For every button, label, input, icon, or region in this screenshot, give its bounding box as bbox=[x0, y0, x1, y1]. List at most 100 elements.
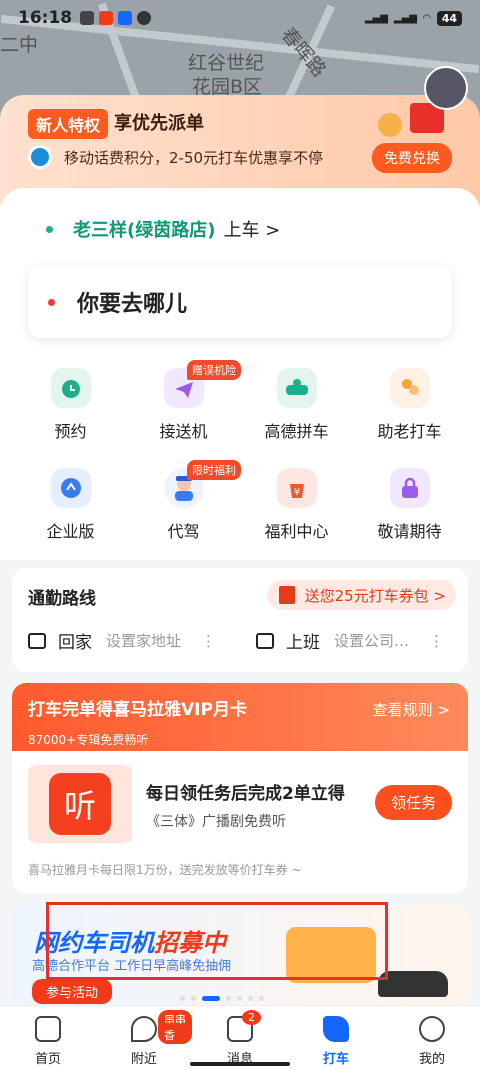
service-label: 高德拼车 bbox=[264, 422, 329, 441]
taxi-icon bbox=[323, 1016, 349, 1042]
map-label: 红谷世纪 bbox=[188, 52, 265, 74]
vip-title: 打车完单得喜马拉雅VIP月卡 bbox=[28, 700, 247, 720]
nav-badge: 2 bbox=[242, 1010, 261, 1025]
carousel-dot bbox=[191, 996, 196, 1001]
vip-desc: 《三体》广播剧免费听 bbox=[146, 814, 286, 830]
home-label: 回家 bbox=[58, 633, 92, 653]
user-avatar[interactable] bbox=[424, 66, 468, 110]
view-rules-link[interactable]: 查看规则 > bbox=[373, 699, 450, 720]
person-icon bbox=[419, 1016, 445, 1042]
vip-card: 打车完单得喜马拉雅VIP月卡 87000+专辑免费畅听 查看规则 > 听 每日领… bbox=[12, 683, 468, 893]
vip-header: 打车完单得喜马拉雅VIP月卡 87000+专辑免费畅听 查看规则 > bbox=[12, 683, 468, 751]
coupon-text: 送您25元打车券包 > bbox=[304, 586, 446, 605]
work-hint: 设置公司… bbox=[334, 632, 410, 650]
svg-text:¥: ¥ bbox=[293, 487, 299, 498]
more-icon[interactable]: ⋮ bbox=[201, 632, 216, 650]
join-activity-button[interactable]: 参与活动 bbox=[32, 979, 113, 1004]
carousel-dot bbox=[248, 996, 253, 1001]
bottom-nav: 首页 串串香 附近 2 消息 打车 我的 bbox=[0, 1005, 480, 1070]
lock-icon bbox=[389, 468, 430, 508]
promo-title: 享优先派单 bbox=[114, 113, 204, 134]
pickup-place: 老三样(绿茵路店) bbox=[73, 220, 216, 241]
more-icon[interactable]: ⋮ bbox=[429, 632, 444, 650]
clock-icon bbox=[50, 368, 91, 408]
service-enterprise[interactable]: 企业版 bbox=[14, 468, 127, 542]
service-label: 敬请期待 bbox=[377, 522, 442, 541]
pickup-dot-icon bbox=[46, 225, 53, 233]
briefcase-icon bbox=[256, 632, 274, 649]
nav-mine[interactable]: 我的 bbox=[384, 1006, 480, 1070]
service-welfare[interactable]: ¥ 福利中心 bbox=[240, 468, 353, 542]
service-tag: 赠误机险 bbox=[187, 360, 241, 380]
vip-note: 喜马拉雅月卡每日限1万份，送完发放等价打车券 ~ bbox=[28, 863, 302, 877]
service-label: 福利中心 bbox=[264, 522, 329, 541]
wifi-icon: ◠ bbox=[422, 12, 431, 24]
notification-icon bbox=[80, 11, 95, 25]
carousel-dot bbox=[259, 996, 264, 1001]
promo-badge: 新人特权 bbox=[28, 109, 109, 139]
destination-placeholder: 你要去哪儿 bbox=[77, 292, 188, 317]
nav-messages[interactable]: 2 消息 bbox=[192, 1006, 288, 1070]
work-label: 上班 bbox=[286, 633, 320, 653]
highlight-box bbox=[46, 902, 388, 980]
nav-nearby[interactable]: 串串香 附近 bbox=[96, 1006, 192, 1070]
commute-work[interactable]: 上班 设置公司… ⋮ bbox=[256, 628, 444, 653]
commute-title: 通勤路线 bbox=[28, 589, 96, 609]
nav-label: 打车 bbox=[322, 1052, 349, 1067]
home-indicator[interactable] bbox=[190, 1062, 290, 1066]
nav-label: 附近 bbox=[130, 1052, 157, 1067]
bus-icon bbox=[35, 1016, 61, 1042]
carousel-dot bbox=[180, 996, 185, 1001]
carousel-dot bbox=[237, 996, 242, 1001]
battery-icon: 44 bbox=[436, 10, 462, 26]
service-designated-driver[interactable]: 限时福利 代驾 bbox=[127, 460, 241, 542]
destination-dot-icon bbox=[48, 298, 55, 306]
chat-icon bbox=[137, 11, 152, 25]
free-exchange-button[interactable]: 免费兑换 bbox=[372, 143, 452, 173]
status-right: ▂▄▆ ▂▄▆ ◠ 44 bbox=[364, 10, 462, 26]
coupon-pill[interactable]: 送您25元打车券包 > bbox=[266, 580, 456, 610]
vip-headline: 每日领任务后完成2单立得 bbox=[146, 784, 345, 804]
service-label: 接送机 bbox=[159, 422, 208, 441]
status-bar: 16:18 ▂▄▆ ▂▄▆ ◠ 44 bbox=[0, 0, 480, 36]
service-label: 预约 bbox=[54, 422, 87, 441]
service-coming-soon[interactable]: 敬请期待 bbox=[353, 468, 466, 542]
heart-icon bbox=[131, 1016, 157, 1042]
promo-subtitle: 移动话费积分，2-50元打车优惠享不停 bbox=[64, 148, 324, 167]
app-notification-icon bbox=[118, 11, 133, 25]
carpool-icon bbox=[276, 368, 317, 408]
service-airport[interactable]: 赠误机险 接送机 bbox=[127, 360, 241, 442]
vip-subtitle: 87000+专辑免费畅听 bbox=[28, 733, 149, 747]
service-reserve[interactable]: 预约 bbox=[14, 368, 127, 442]
get-task-button[interactable]: 领任务 bbox=[374, 785, 452, 820]
nav-taxi[interactable]: 打车 bbox=[288, 1006, 384, 1070]
ximalaya-logo-char: 听 bbox=[49, 773, 111, 835]
nav-home[interactable]: 首页 bbox=[0, 1006, 96, 1070]
signal-icon: ▂▄▆ bbox=[364, 12, 388, 24]
service-elderly[interactable]: 助老打车 bbox=[353, 368, 466, 442]
service-label: 代驾 bbox=[167, 522, 200, 541]
nav-label: 我的 bbox=[418, 1052, 445, 1067]
carousel-dot bbox=[226, 996, 231, 1001]
commute-home[interactable]: 回家 设置家地址 ⋮ bbox=[28, 628, 216, 653]
signal-icon: ▂▄▆ bbox=[393, 12, 417, 24]
status-time: 16:18 bbox=[18, 8, 73, 28]
main-panel: 老三样(绿茵路店) 上车 > 你要去哪儿 预约 赠误机险 接送机 高德拼车 助老… bbox=[0, 188, 480, 560]
ximalaya-logo: 听 bbox=[28, 765, 132, 843]
home-icon bbox=[28, 632, 46, 649]
promo-subrow: 移动话费积分，2-50元打车优惠享不停 bbox=[28, 145, 323, 169]
taobao-icon bbox=[99, 11, 114, 25]
service-grid: 预约 赠误机险 接送机 高德拼车 助老打车 企业版 限时福利 代驾 ¥ 福利中心 bbox=[14, 360, 466, 542]
service-label: 企业版 bbox=[46, 522, 95, 541]
nav-badge: 串串香 bbox=[158, 1010, 192, 1044]
service-tag: 限时福利 bbox=[187, 460, 241, 480]
commute-card: 通勤路线 送您25元打车券包 > 回家 设置家地址 ⋮ 上班 设置公司… ⋮ bbox=[12, 568, 468, 672]
enterprise-icon bbox=[50, 468, 91, 508]
pickup-location[interactable]: 老三样(绿茵路店) 上车 > bbox=[46, 216, 280, 242]
coupon-icon bbox=[278, 586, 295, 604]
welfare-icon: ¥ bbox=[276, 468, 317, 508]
destination-input[interactable]: 你要去哪儿 bbox=[28, 266, 452, 338]
service-label: 助老打车 bbox=[377, 422, 442, 441]
service-carpool[interactable]: 高德拼车 bbox=[240, 368, 353, 442]
home-hint: 设置家地址 bbox=[106, 632, 182, 650]
